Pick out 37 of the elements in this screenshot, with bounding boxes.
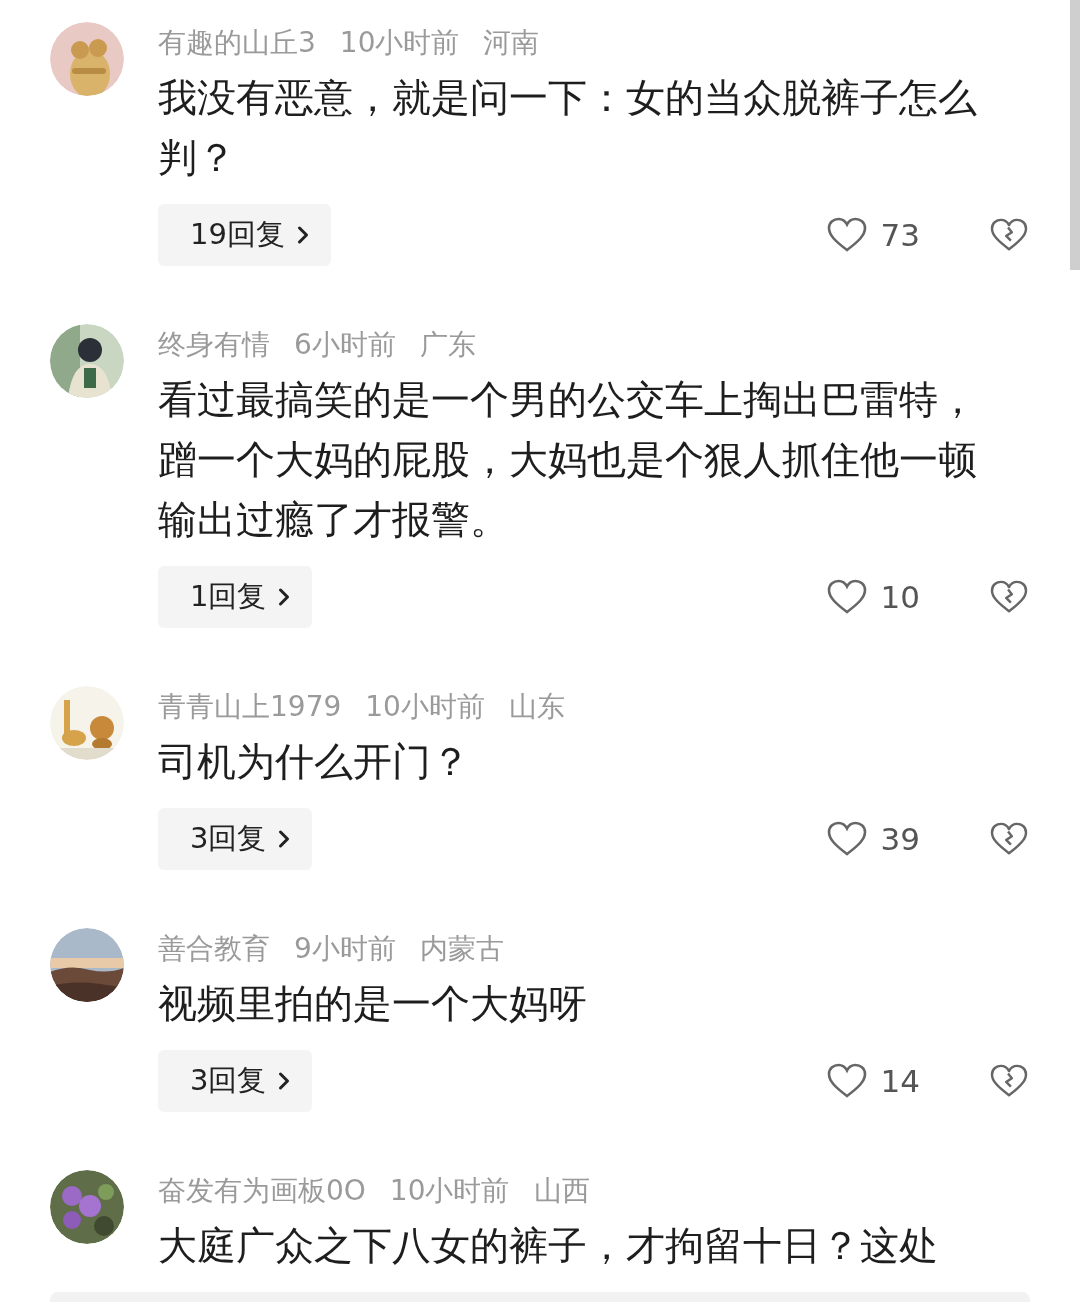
post-time: 6小时前 xyxy=(294,330,396,360)
like-count: 73 xyxy=(880,215,920,255)
comment-text: 视频里拍的是一个大妈呀 xyxy=(158,980,588,1028)
username[interactable]: 有趣的山丘3 xyxy=(158,28,316,58)
username[interactable]: 青青山上1979 xyxy=(158,692,342,722)
location: 山西 xyxy=(533,1176,590,1206)
scrollbar[interactable] xyxy=(1070,0,1080,270)
comment-text: 大庭广众之下八女的裤子，才拘留十日？这处 xyxy=(158,1222,939,1270)
heart-icon[interactable] xyxy=(826,821,867,857)
username[interactable]: 奋发有为画板0O xyxy=(158,1176,366,1206)
broken-heart-icon[interactable] xyxy=(990,1064,1028,1098)
post-time: 9小时前 xyxy=(294,934,396,964)
username[interactable]: 善合教育 xyxy=(158,934,270,964)
like-count: 39 xyxy=(880,819,920,859)
post-time: 10小时前 xyxy=(389,1176,510,1206)
location: 山东 xyxy=(508,692,565,722)
post-time: 10小时前 xyxy=(339,28,460,58)
comment-text: 看过最搞笑的是一个男的公交车上掏出巴雷特，蹭一个大妈的屁股，大妈也是个狠人抓住他一顿输出过瘾了才报警。 xyxy=(158,376,978,544)
comment-text: 司机为什么开门？ xyxy=(158,738,471,786)
post-time: 10小时前 xyxy=(365,692,485,722)
broken-heart-icon[interactable] xyxy=(990,218,1028,252)
location: 广东 xyxy=(419,330,476,360)
heart-icon[interactable] xyxy=(826,1063,867,1099)
replies-button[interactable]: 3回复 xyxy=(158,808,313,870)
comment-text: 我没有恶意，就是问一下：女的当众脱裤子怎么判？ xyxy=(158,74,978,182)
location: 河南 xyxy=(483,28,540,58)
username[interactable]: 终身有情 xyxy=(158,330,270,360)
location: 内蒙古 xyxy=(419,934,504,964)
replies-button[interactable]: 3回复 xyxy=(158,1050,313,1112)
broken-heart-icon[interactable] xyxy=(990,580,1028,614)
replies-button[interactable]: 1回复 xyxy=(158,566,313,628)
broken-heart-icon[interactable] xyxy=(990,822,1028,856)
replies-button[interactable]: 19回复 xyxy=(158,204,331,266)
heart-icon[interactable] xyxy=(826,579,867,615)
like-count: 10 xyxy=(880,577,920,617)
like-count: 14 xyxy=(880,1061,920,1101)
heart-icon[interactable] xyxy=(826,217,867,253)
